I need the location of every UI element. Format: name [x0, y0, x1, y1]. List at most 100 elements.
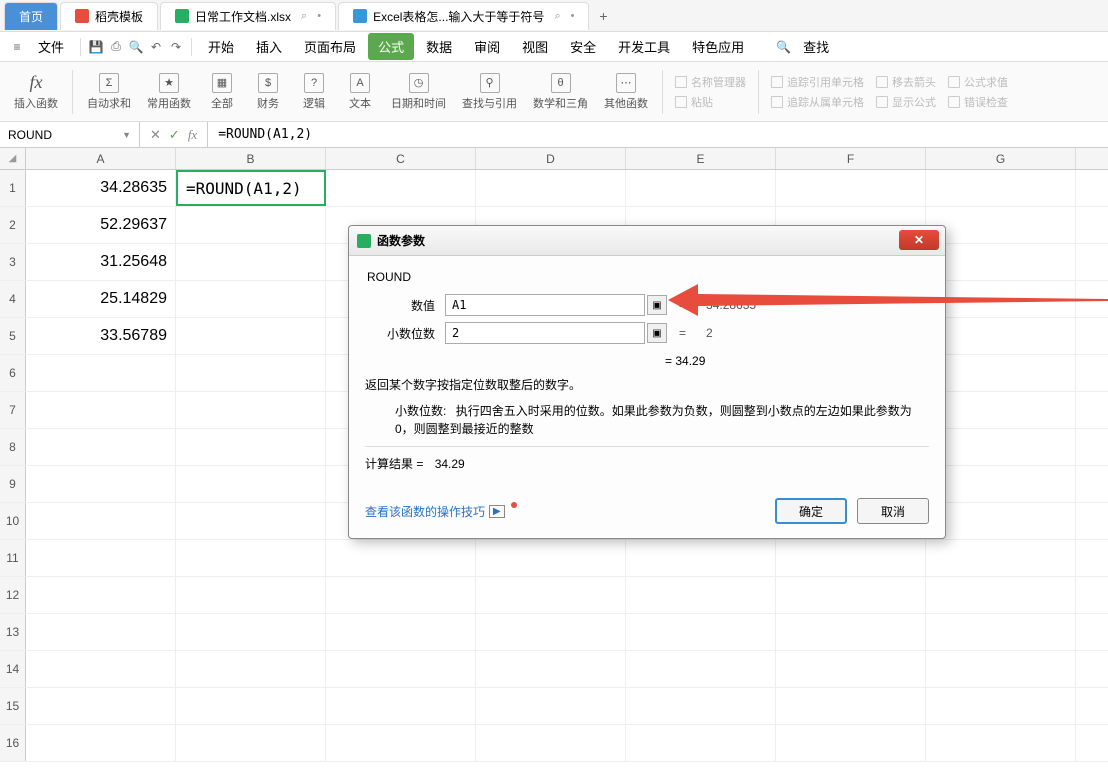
cell[interactable]	[926, 170, 1076, 206]
btn-paste[interactable]: 粘贴	[671, 93, 750, 111]
cell[interactable]	[176, 392, 326, 428]
cell[interactable]	[476, 651, 626, 687]
cell[interactable]	[476, 577, 626, 613]
col-header-a[interactable]: A	[26, 148, 176, 169]
range-picker-icon[interactable]: ▣	[647, 295, 667, 315]
tab-add[interactable]: +	[591, 8, 615, 24]
cell[interactable]	[926, 281, 1076, 317]
print-icon[interactable]: ⎙	[107, 38, 125, 56]
cell-b1-editing[interactable]: =ROUND(A1,2)	[176, 170, 326, 206]
cell[interactable]	[476, 725, 626, 761]
menu-file[interactable]: 文件	[28, 33, 74, 60]
cell[interactable]	[926, 577, 1076, 613]
tab-home[interactable]: 首页	[4, 2, 58, 30]
cell[interactable]	[176, 540, 326, 576]
cell[interactable]	[26, 577, 176, 613]
cell[interactable]	[176, 318, 326, 354]
tab-article[interactable]: Excel表格怎...输入大于等于符号 ⌕ •	[338, 2, 589, 30]
cell-a1[interactable]: 34.28635	[26, 170, 176, 206]
tab-current-doc[interactable]: 日常工作文档.xlsx ⌕ •	[160, 2, 336, 30]
cell[interactable]	[776, 540, 926, 576]
range-picker-icon[interactable]: ▣	[647, 323, 667, 343]
row-header[interactable]: 14	[0, 651, 26, 687]
cell-a3[interactable]: 31.25648	[26, 244, 176, 280]
menu-layout[interactable]: 页面布局	[294, 33, 366, 60]
btn-all[interactable]: ▦全部	[201, 71, 243, 113]
menu-special[interactable]: 特色应用	[682, 33, 754, 60]
chevron-down-icon[interactable]: ▼	[122, 130, 131, 140]
cell[interactable]	[476, 614, 626, 650]
menu-formula[interactable]: 公式	[368, 33, 414, 60]
row-header[interactable]: 1	[0, 170, 26, 206]
cell[interactable]	[776, 170, 926, 206]
row-header[interactable]: 6	[0, 355, 26, 391]
name-box[interactable]: ROUND ▼	[0, 122, 140, 147]
cell[interactable]	[926, 651, 1076, 687]
cell[interactable]	[26, 688, 176, 724]
cell[interactable]	[626, 170, 776, 206]
tips-link[interactable]: 查看该函数的操作技巧 ▶	[365, 503, 515, 520]
cell[interactable]	[326, 540, 476, 576]
cell[interactable]	[326, 688, 476, 724]
row-header[interactable]: 12	[0, 577, 26, 613]
menu-insert[interactable]: 插入	[246, 33, 292, 60]
row-header[interactable]: 2	[0, 207, 26, 243]
cell[interactable]	[176, 281, 326, 317]
cell[interactable]	[626, 577, 776, 613]
cell[interactable]	[626, 688, 776, 724]
cancel-button[interactable]: 取消	[857, 498, 929, 524]
cell[interactable]	[626, 725, 776, 761]
cell[interactable]	[926, 614, 1076, 650]
row-header[interactable]: 3	[0, 244, 26, 280]
fx-icon[interactable]: fx	[188, 127, 197, 143]
row-header[interactable]: 5	[0, 318, 26, 354]
ok-button[interactable]: 确定	[775, 498, 847, 524]
cell[interactable]	[476, 688, 626, 724]
cell[interactable]	[926, 318, 1076, 354]
cell[interactable]	[176, 725, 326, 761]
btn-text[interactable]: A文本	[339, 71, 381, 113]
btn-logical[interactable]: ?逻辑	[293, 71, 335, 113]
cell[interactable]	[176, 577, 326, 613]
cell[interactable]	[626, 651, 776, 687]
menu-review[interactable]: 审阅	[464, 33, 510, 60]
cell[interactable]	[326, 614, 476, 650]
select-all-corner[interactable]: ◢	[0, 148, 26, 169]
tab-docer[interactable]: 稻壳模板	[60, 2, 158, 30]
confirm-icon[interactable]: ✓	[169, 127, 180, 143]
cell[interactable]	[26, 429, 176, 465]
cell[interactable]	[626, 614, 776, 650]
cell-a2[interactable]: 52.29637	[26, 207, 176, 243]
arg2-input[interactable]	[445, 322, 645, 344]
cell[interactable]	[926, 355, 1076, 391]
menu-security[interactable]: 安全	[560, 33, 606, 60]
cell[interactable]	[926, 503, 1076, 539]
cell[interactable]	[926, 688, 1076, 724]
cell[interactable]	[476, 540, 626, 576]
menu-view[interactable]: 视图	[512, 33, 558, 60]
cell[interactable]	[926, 540, 1076, 576]
cell[interactable]	[326, 725, 476, 761]
btn-insert-fn[interactable]: fx插入函数	[8, 71, 64, 113]
cell[interactable]	[176, 651, 326, 687]
cell[interactable]	[26, 466, 176, 502]
hamburger-icon[interactable]: ≡	[8, 38, 26, 56]
col-header-d[interactable]: D	[476, 148, 626, 169]
row-header[interactable]: 7	[0, 392, 26, 428]
cell[interactable]	[326, 577, 476, 613]
formula-input[interactable]: =ROUND(A1,2)	[208, 127, 322, 142]
cell[interactable]	[176, 466, 326, 502]
menu-search[interactable]: 查找	[793, 33, 839, 60]
cell[interactable]	[26, 503, 176, 539]
cell[interactable]	[26, 540, 176, 576]
cell[interactable]	[926, 207, 1076, 243]
btn-lookup[interactable]: ⚲查找与引用	[456, 71, 523, 113]
row-header[interactable]: 8	[0, 429, 26, 465]
menu-start[interactable]: 开始	[198, 33, 244, 60]
cell[interactable]	[926, 392, 1076, 428]
cell[interactable]	[626, 540, 776, 576]
search-icon[interactable]: 🔍	[776, 40, 791, 54]
cell[interactable]	[176, 207, 326, 243]
cell[interactable]	[776, 614, 926, 650]
row-header[interactable]: 9	[0, 466, 26, 502]
